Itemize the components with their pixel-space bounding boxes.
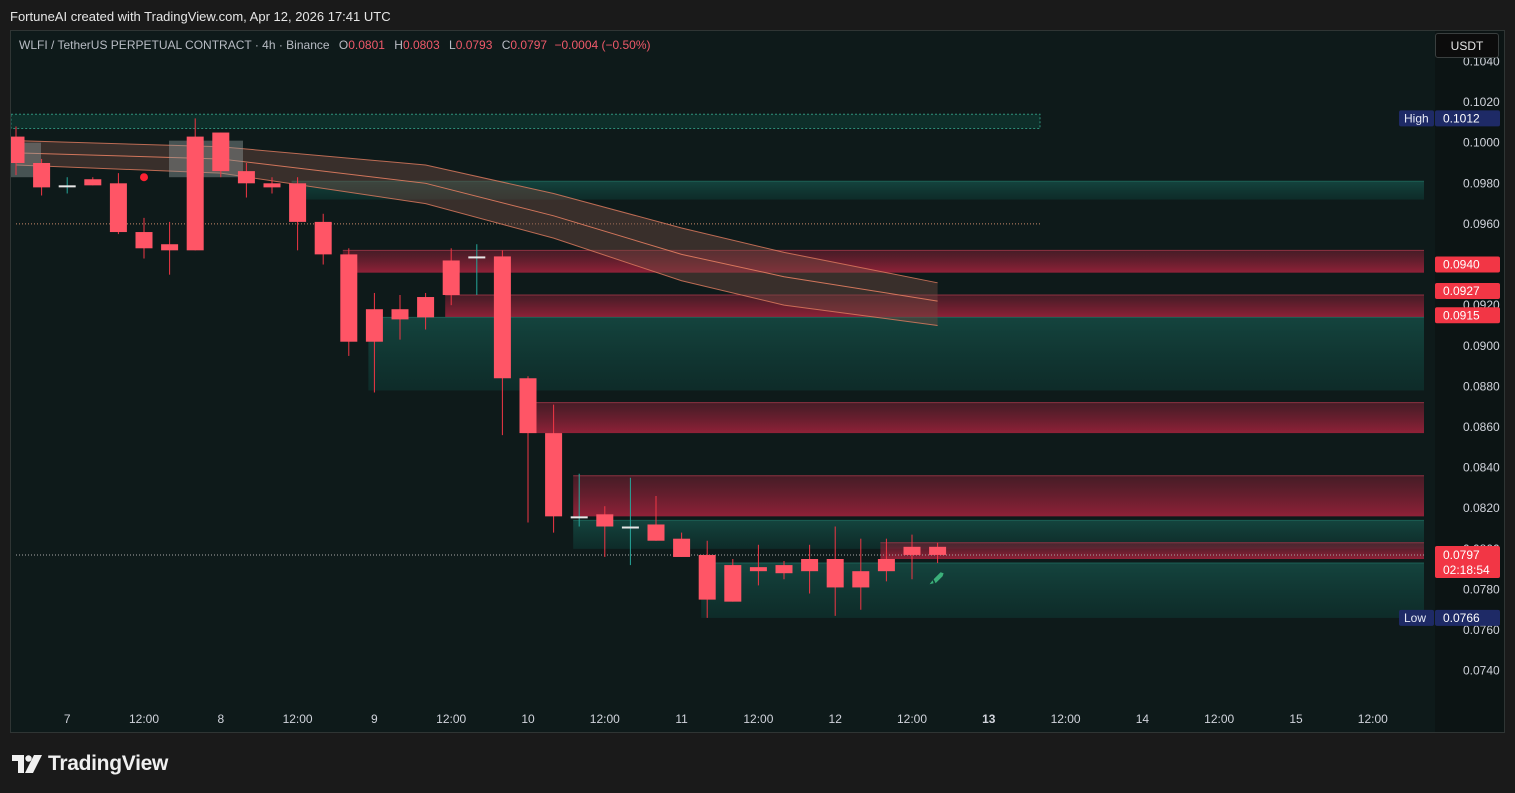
- candle-body: [237, 171, 255, 184]
- low-value: 0.0793: [455, 38, 493, 52]
- candle-body: [289, 183, 307, 222]
- x-tick-label: 7: [64, 712, 71, 726]
- candle-body: [340, 254, 358, 342]
- close-value: 0.0797: [510, 38, 548, 52]
- currency-button[interactable]: USDT: [1435, 33, 1499, 58]
- zone-6: [573, 475, 1424, 517]
- highlight-box-b: [169, 140, 243, 178]
- chart-frame[interactable]: 0.10400.10200.10000.09800.09600.09400.09…: [10, 30, 1505, 733]
- brand-name: TradingView: [48, 752, 169, 775]
- candle-body: [84, 179, 102, 186]
- x-tick-label: 10: [521, 712, 535, 726]
- y-tick-label: 0.0900: [1463, 339, 1500, 353]
- candle-body: [33, 163, 51, 188]
- zone-5: [522, 402, 1424, 434]
- change-value: −0.0004 (−0.50%): [554, 38, 651, 52]
- candle-body: [519, 378, 537, 434]
- zone-0: [11, 113, 1041, 129]
- zone-8: [880, 542, 1424, 559]
- price-tag: 0.0915: [1443, 308, 1480, 322]
- candle-body: [545, 433, 563, 517]
- y-tick-label: 0.0980: [1463, 176, 1500, 190]
- y-tick-label: 0.0880: [1463, 379, 1500, 393]
- y-tick-label: 0.0780: [1463, 582, 1500, 596]
- candle-body: [314, 221, 332, 255]
- x-tick-label: 14: [1136, 712, 1150, 726]
- y-tick-label: 0.0740: [1463, 664, 1500, 678]
- tradingview-logo-icon: [12, 755, 42, 773]
- price-chart[interactable]: 0.10400.10200.10000.09800.09600.09400.09…: [11, 31, 1504, 732]
- candle-body: [877, 559, 895, 572]
- x-tick-label: 12:00: [590, 712, 620, 726]
- y-tick-label: 0.0820: [1463, 501, 1500, 515]
- x-tick-label: 12:00: [1204, 712, 1234, 726]
- y-tick-label: 0.0960: [1463, 217, 1500, 231]
- candle-body: [673, 538, 691, 557]
- candle-body: [852, 571, 870, 588]
- y-tick-label: 0.1020: [1463, 95, 1500, 109]
- high-value: 0.0803: [402, 38, 440, 52]
- candle-body: [929, 546, 947, 555]
- chart-credit: FortuneAI created with TradingView.com, …: [10, 9, 391, 24]
- candle-body: [749, 567, 767, 572]
- candle-body: [493, 256, 511, 379]
- low-value: 0.0766: [1443, 611, 1480, 625]
- candle-body: [724, 565, 742, 602]
- candle-body: [391, 309, 409, 320]
- candle-body: [801, 559, 819, 572]
- y-tick-label: 0.0860: [1463, 420, 1500, 434]
- candle-body: [698, 554, 716, 600]
- high-value: 0.1012: [1443, 111, 1480, 125]
- candle-body: [903, 546, 921, 555]
- candle-body: [58, 185, 76, 188]
- y-tick-label: 0.0840: [1463, 461, 1500, 475]
- symbol-legend: WLFI / TetherUS PERPETUAL CONTRACT · 4h …: [19, 38, 651, 52]
- tradingview-brand[interactable]: TradingView: [12, 752, 168, 776]
- x-tick-label: 12: [829, 712, 843, 726]
- x-tick-label: 12:00: [283, 712, 313, 726]
- x-tick-label: 11: [675, 712, 688, 726]
- candle-body: [621, 526, 639, 529]
- x-tick-label: 12:00: [897, 712, 927, 726]
- candle-body: [468, 256, 486, 259]
- low-label: L: [449, 38, 456, 52]
- price-tag: 0.0940: [1443, 258, 1480, 272]
- open-label: O: [338, 38, 349, 52]
- x-tick-label: 9: [371, 712, 378, 726]
- candle-body: [135, 232, 153, 249]
- x-tick-label: 12:00: [1358, 712, 1388, 726]
- candle-body: [596, 514, 614, 527]
- x-tick-label: 12:00: [129, 712, 159, 726]
- x-tick-label: 15: [1289, 712, 1303, 726]
- candle-body: [826, 559, 844, 588]
- candle-body: [161, 244, 179, 251]
- candle-body: [11, 136, 25, 163]
- open-value: 0.0801: [348, 38, 385, 52]
- x-tick-label: 12:00: [743, 712, 773, 726]
- x-tick-label: 12:00: [1051, 712, 1081, 726]
- x-tick-label: 8: [217, 712, 224, 726]
- last-price-value: 0.0797: [1443, 548, 1480, 562]
- y-tick-label: 0.1000: [1463, 136, 1500, 150]
- candle-body: [647, 524, 665, 541]
- high-label: High: [1404, 111, 1429, 125]
- x-tick-label: 12:00: [436, 712, 466, 726]
- candle-body: [212, 132, 230, 172]
- last-price-countdown: 02:18:54: [1443, 563, 1490, 577]
- candle-body: [442, 260, 460, 295]
- candle-body: [263, 183, 281, 188]
- low-label: Low: [1404, 611, 1426, 625]
- candle-body: [570, 516, 588, 519]
- candle-body: [775, 565, 793, 574]
- high-label: H: [394, 38, 403, 52]
- symbol-name: WLFI / TetherUS PERPETUAL CONTRACT · 4h …: [19, 38, 330, 52]
- candle-body: [365, 309, 383, 342]
- signal-dot: [140, 173, 148, 182]
- candle-body: [109, 183, 127, 233]
- x-tick-label: 13: [982, 712, 996, 726]
- candle-body: [186, 136, 204, 251]
- price-tag: 0.0927: [1443, 284, 1480, 298]
- candle-body: [417, 297, 435, 318]
